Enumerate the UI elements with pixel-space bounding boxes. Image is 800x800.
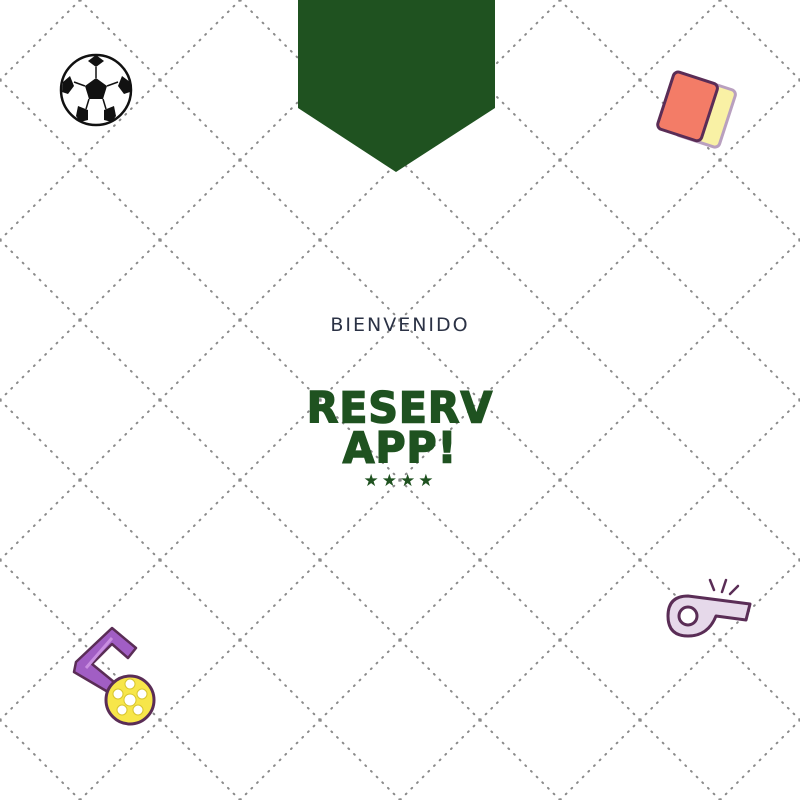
soccer-ball-icon xyxy=(59,53,133,127)
header-banner xyxy=(298,0,495,172)
app-logo-title: RESERV APP! xyxy=(0,386,800,474)
welcome-heading: BIENVENIDO xyxy=(330,314,470,336)
whistle-icon xyxy=(666,578,752,638)
referee-cards-icon xyxy=(656,70,737,149)
rating-stars: ★★★★ xyxy=(363,471,437,491)
medal-icon xyxy=(72,626,156,726)
app-title-line-2: APP! xyxy=(342,422,458,474)
